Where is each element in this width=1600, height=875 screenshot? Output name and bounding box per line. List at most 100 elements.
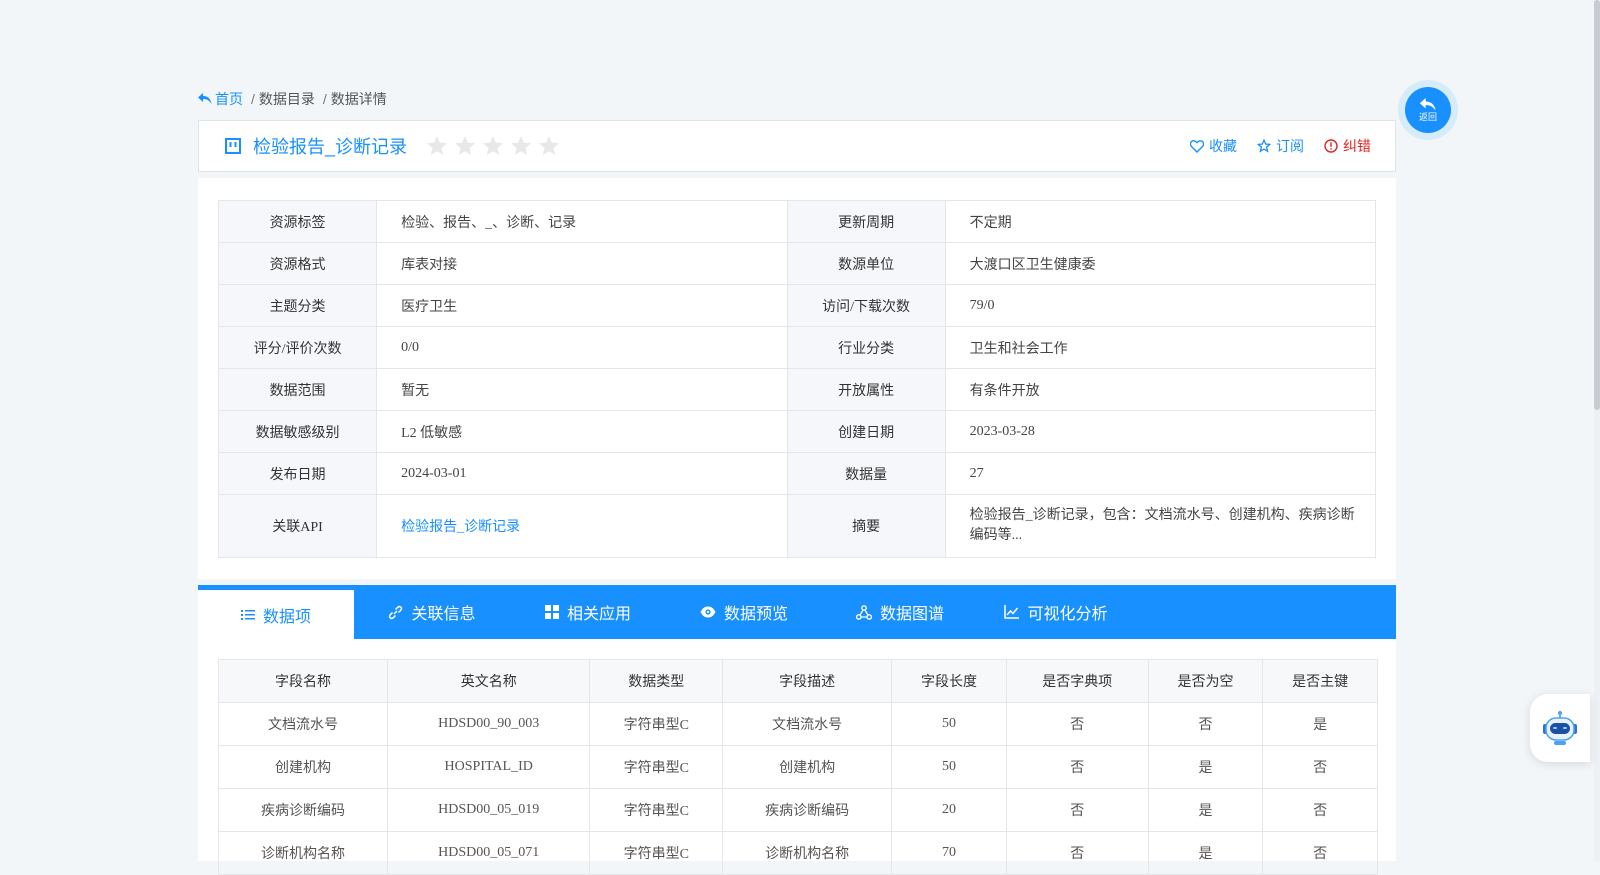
table-cell: 否 <box>1005 788 1149 832</box>
table-cell: 疾病诊断编码 <box>722 788 893 832</box>
page-title: 检验报告_诊断记录 <box>253 137 408 157</box>
table-cell: 是 <box>1147 788 1264 832</box>
table-cell: 创建机构 <box>217 745 389 789</box>
table-cell: 诊断机构名称 <box>217 831 389 875</box>
info-value: 不定期 <box>944 200 1377 243</box>
back-button-label: 返回 <box>1418 112 1437 122</box>
info-label: 数据敏感级别 <box>217 410 378 453</box>
back-arrow-icon <box>1419 98 1436 111</box>
star-icon[interactable] <box>425 135 449 157</box>
info-label: 数据范围 <box>217 368 378 411</box>
info-row: 资源标签 检验、报告、_、诊断、记录 更新周期 不定期 <box>217 200 1377 243</box>
tab-related-info[interactable]: 关联信息 <box>354 585 510 639</box>
info-label: 发布日期 <box>217 452 378 495</box>
tab-data-graph[interactable]: 数据图谱 <box>822 585 978 639</box>
rating-stars[interactable] <box>425 135 561 157</box>
info-label: 资源标签 <box>217 200 378 243</box>
table-cell: 否 <box>1262 788 1378 832</box>
eye-icon <box>700 606 716 618</box>
favorite-label: 收藏 <box>1209 138 1237 154</box>
list-icon <box>240 609 255 620</box>
info-label: 开放属性 <box>786 368 946 411</box>
tab-data-preview[interactable]: 数据预览 <box>666 585 822 639</box>
page-scrollbar[interactable] <box>1594 0 1600 861</box>
table-cell: 70 <box>891 831 1007 875</box>
info-row: 资源格式 库表对接 数源单位 大渡口区卫生健康委 <box>217 242 1377 285</box>
breadcrumb-separator: / <box>251 91 255 107</box>
tab-bar: 数据项 关联信息 相关应用 数据预览 数据图谱 可视化分析 <box>198 585 1396 639</box>
info-value: 暂无 <box>376 368 788 411</box>
tab-label: 数据图谱 <box>879 606 944 623</box>
graph-icon <box>855 604 872 620</box>
scrollbar-thumb[interactable] <box>1594 0 1600 410</box>
column-header: 字段长度 <box>891 659 1007 703</box>
report-error-button[interactable]: 纠错 <box>1324 136 1371 156</box>
subscribe-button[interactable]: 订阅 <box>1257 136 1304 156</box>
column-header: 是否字典项 <box>1005 659 1149 703</box>
exclamation-circle-icon <box>1324 139 1338 153</box>
table-cell: 否 <box>1262 745 1378 789</box>
back-button-inner: 返回 <box>1405 87 1451 133</box>
info-label: 行业分类 <box>786 326 946 369</box>
tab-visual-analysis[interactable]: 可视化分析 <box>978 585 1134 639</box>
table-cell: HDSD00_05_071 <box>387 831 591 875</box>
table-cell: 字符串型C <box>589 831 724 875</box>
back-button[interactable]: 返回 <box>1398 80 1458 140</box>
line-chart-icon <box>1004 605 1020 619</box>
table-cell: 字符串型C <box>589 788 724 832</box>
info-label: 更新周期 <box>786 200 946 243</box>
tab-label: 数据预览 <box>723 606 788 623</box>
table-cell: 疾病诊断编码 <box>217 788 389 832</box>
star-icon[interactable] <box>509 135 533 157</box>
info-row: 数据敏感级别 L2 低敏感 创建日期 2023-03-28 <box>217 410 1377 453</box>
column-header: 英文名称 <box>387 659 591 703</box>
info-value: 0/0 <box>376 326 788 369</box>
tab-related-apps[interactable]: 相关应用 <box>510 585 666 639</box>
table-row: 疾病诊断编码 HDSD00_05_019 字符串型C 疾病诊断编码 20 否是否 <box>217 788 1378 832</box>
star-icon[interactable] <box>537 135 561 157</box>
info-value: 库表对接 <box>376 242 788 285</box>
column-header: 数据类型 <box>589 659 724 703</box>
info-value: 检验报告_诊断记录 <box>376 494 788 558</box>
info-label: 摘要 <box>786 494 946 558</box>
tab-label: 关联信息 <box>411 606 476 623</box>
table-cell: 20 <box>891 788 1007 832</box>
table-cell: HOSPITAL_ID <box>387 745 591 789</box>
info-row: 评分/评价次数 0/0 行业分类 卫生和社会工作 <box>217 326 1377 369</box>
breadcrumb-item-detail: 数据详情 <box>330 91 387 107</box>
table-cell: 字符串型C <box>589 702 724 746</box>
breadcrumb-item-catalog[interactable]: 数据目录 <box>259 89 315 109</box>
column-header: 字段描述 <box>722 659 893 703</box>
dataset-icon <box>225 138 241 154</box>
table-cell: 否 <box>1147 702 1264 746</box>
star-icon[interactable] <box>481 135 505 157</box>
info-row: 数据范围 暂无 开放属性 有条件开放 <box>217 368 1377 411</box>
breadcrumb-separator: / <box>322 91 327 107</box>
info-value: 27 <box>944 452 1377 495</box>
related-api-link[interactable]: 检验报告_诊断记录 <box>401 520 520 535</box>
table-row: 诊断机构名称 HDSD00_05_071 字符串型C 诊断机构名称 70 否是否 <box>217 831 1378 875</box>
table-cell: 否 <box>1005 745 1149 789</box>
info-value: L2 低敏感 <box>376 410 788 453</box>
table-cell: 是 <box>1147 831 1264 875</box>
robot-icon <box>1543 711 1577 745</box>
info-value: 医疗卫生 <box>376 284 788 327</box>
info-label: 资源格式 <box>217 242 378 285</box>
column-header: 是否主键 <box>1262 659 1378 703</box>
title-actions: 收藏 订阅 纠错 <box>1190 136 1371 156</box>
back-arrow-icon <box>198 93 212 104</box>
info-value: 卫生和社会工作 <box>944 326 1377 369</box>
star-icon[interactable] <box>453 135 477 157</box>
info-value: 有条件开放 <box>944 368 1377 411</box>
assistant-robot-button[interactable] <box>1530 694 1590 762</box>
tab-data-items[interactable]: 数据项 <box>198 585 354 639</box>
favorite-button[interactable]: 收藏 <box>1190 136 1237 156</box>
grid-icon <box>544 605 559 619</box>
info-value: 检验报告_诊断记录，包含：文档流水号、创建机构、疾病诊断编码等... <box>944 494 1377 558</box>
table-cell: 否 <box>1262 831 1378 875</box>
table-cell: 字符串型C <box>589 745 724 789</box>
table-cell: 文档流水号 <box>722 702 893 746</box>
breadcrumb-home-link[interactable]: 首页 <box>198 89 243 109</box>
link-icon <box>389 605 403 619</box>
subscribe-label: 订阅 <box>1276 138 1304 154</box>
